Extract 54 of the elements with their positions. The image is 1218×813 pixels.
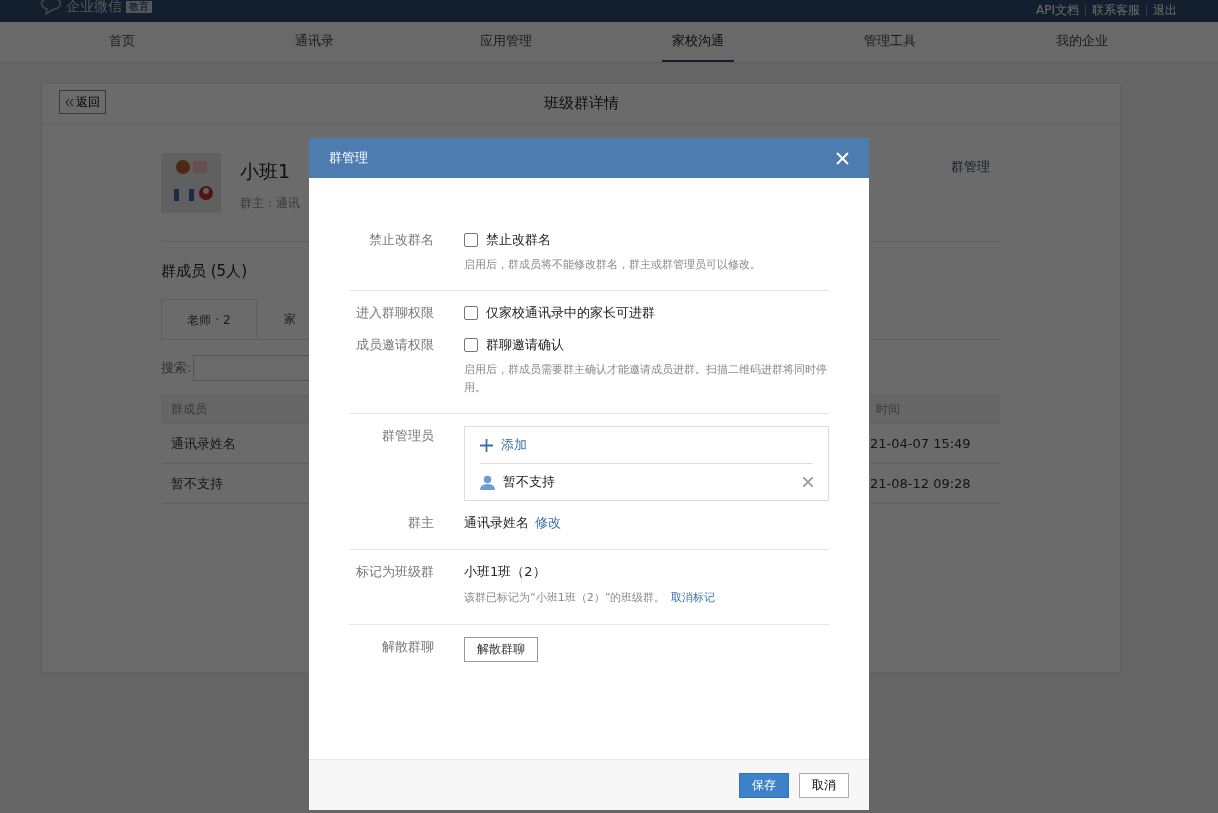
table-cell: 通讯录姓名 (171, 434, 236, 453)
checkbox-label: 群聊邀请确认 (486, 336, 564, 354)
close-icon[interactable] (836, 151, 849, 165)
field-label: 群管理员 (381, 427, 434, 445)
field-label: 解散群聊 (381, 638, 434, 656)
members-heading: 群成员 (5人) (161, 262, 247, 281)
member-tab[interactable]: 老师 · 2 (161, 299, 257, 339)
add-admin-link[interactable]: 添加 (480, 427, 813, 464)
checkbox[interactable] (464, 306, 478, 320)
checkbox-label: 仅家校通讯录中的家长可进群 (486, 304, 655, 322)
group-manage-link[interactable]: 群管理 (951, 158, 990, 176)
table-cell-text: 21-04-07 15:49 (870, 436, 972, 451)
field-label: 成员邀请权限 (355, 336, 434, 354)
dissolve-button[interactable]: 解散群聊 (464, 637, 538, 662)
back-button[interactable]: 返回 (59, 90, 106, 114)
nav-tab[interactable]: 应用管理 (470, 22, 542, 62)
header-link[interactable]: API文档 (1030, 4, 1085, 16)
field-label: 进入群聊权限 (355, 304, 434, 322)
edu-badge: 教育 (126, 1, 152, 13)
change-owner-link[interactable]: 修改 (535, 513, 561, 533)
header-link[interactable]: 退出 (1146, 4, 1183, 16)
dialog-title: 群管理 (329, 149, 368, 167)
group-name: 小班1 (240, 159, 292, 184)
header-link[interactable]: 联系客服 (1085, 4, 1146, 16)
cancel-button[interactable]: 取消 (799, 772, 849, 798)
class-name: 小班1班（2） (464, 563, 547, 581)
chat-bubble-icon (40, 0, 62, 15)
hint-text: 启用后，群成员将不能修改群名，群主或群管理员可以修改。 (464, 257, 762, 273)
search-label: 搜索: (161, 359, 192, 377)
remove-icon[interactable] (803, 477, 813, 487)
checkbox[interactable] (464, 233, 478, 247)
nav-tab[interactable]: 首页 (86, 22, 158, 62)
nav-tab[interactable]: 家校沟通 (662, 22, 734, 62)
table-cell-text: 21-08-12 09:28 (870, 476, 972, 491)
nav-tab[interactable]: 通讯录 (278, 22, 350, 62)
page-title: 班级群详情 (543, 94, 619, 113)
member-tab[interactable]: 家 (257, 299, 296, 339)
save-button[interactable]: 保存 (739, 772, 789, 798)
field-label: 禁止改群名 (368, 231, 434, 249)
owner-name: 通讯录姓名 (464, 514, 529, 532)
admin-name: 暂不支持 (503, 473, 556, 491)
field-label: 标记为班级群 (355, 563, 434, 581)
hint-text: 启用后，群成员需要群主确认才能邀请成员进群。扫描二维码进群将同时停用。 (464, 362, 828, 396)
nav-tab[interactable]: 管理工具 (854, 22, 926, 62)
person-icon (480, 474, 495, 490)
nav-tab[interactable]: 我的企业 (1046, 22, 1118, 62)
hint-text: 该群已标记为“小班1班（2）”的班级群。 (464, 590, 666, 606)
table-cell: 暂不支持 (171, 474, 223, 493)
checkbox-label: 禁止改群名 (486, 231, 551, 249)
double-chevron-icon (65, 97, 74, 107)
unmark-link[interactable]: 取消标记 (671, 588, 716, 608)
field-label: 群主 (407, 514, 434, 532)
plus-icon (480, 438, 493, 452)
checkbox[interactable] (464, 338, 478, 352)
